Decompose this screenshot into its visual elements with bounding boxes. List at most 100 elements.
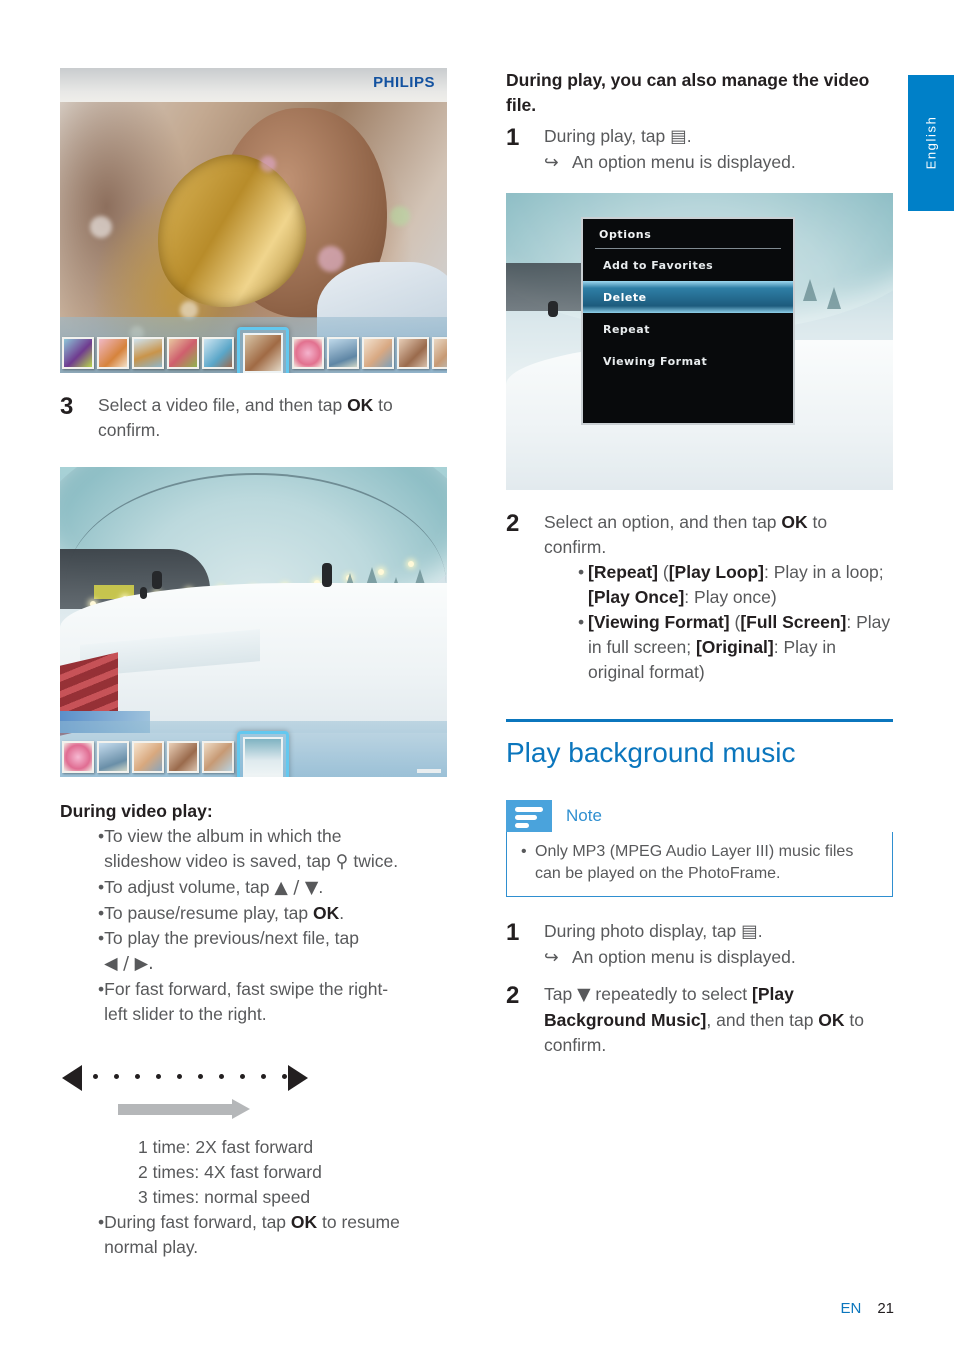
during-video-play-colon: : — [206, 801, 213, 821]
screenshot-photo-browser: PHILIPS — [60, 68, 447, 373]
thumbnail-strip[interactable] — [60, 317, 447, 373]
full-screen-token: [Full Screen] — [740, 612, 847, 632]
thumbnail-item[interactable] — [292, 337, 324, 369]
video-thumbnail-row — [62, 731, 289, 777]
step-3-number: 3 — [60, 393, 74, 420]
slider-dot — [93, 1074, 98, 1079]
bullet-adjust-volume: • To adjust volume, tap ▲ / ▼. — [60, 875, 447, 901]
bullet-adjust-volume-text: To adjust volume, tap ▲ / ▼. — [104, 875, 447, 901]
up-down-arrow-icons: ▲ / ▼ — [274, 878, 319, 898]
step-1-text: During play, tap ▤. ↪ An option menu is … — [544, 124, 893, 175]
step-bgm-1: 1 During photo display, tap ▤. ↪ An opti… — [506, 919, 893, 970]
step-2-text-pre: Select an option, and then tap — [544, 512, 782, 532]
step-1-result: ↪ An option menu is displayed. — [544, 150, 893, 175]
right-triangle-icon — [288, 1065, 308, 1091]
step-3-ok-label: OK — [347, 395, 374, 415]
section-rule — [506, 719, 893, 722]
video-indicator — [417, 769, 441, 773]
note-content: • Only MP3 (MPEG Audio Layer III) music … — [506, 832, 893, 897]
step-2-ok-label: OK — [781, 512, 808, 532]
thumbnail-item[interactable] — [62, 337, 94, 369]
bullet-volume-pre: To adjust volume, tap — [104, 877, 275, 897]
options-dialog-title: Options — [599, 228, 652, 241]
thumbnail-item[interactable] — [132, 741, 164, 773]
philips-logo: PHILIPS — [373, 74, 435, 91]
down-arrow-icon: ▼ — [577, 985, 591, 1005]
options-dialog: Options Add to Favorites Delete Repeat V… — [581, 217, 795, 425]
slider-dot — [240, 1074, 245, 1079]
thumbnail-item-selected[interactable] — [237, 327, 289, 373]
bullet-resume-normal-text: During fast forward, tap OK to resume no… — [104, 1210, 447, 1260]
bullet-pause-post: . — [339, 903, 345, 923]
bullet-view-album-line2-end: twice. — [348, 851, 399, 871]
thumbnail-item[interactable] — [202, 337, 234, 369]
slider-dot — [177, 1074, 182, 1079]
left-right-arrow-icons: ◀ / ▶. — [104, 954, 154, 974]
option-item-repeat[interactable]: Repeat — [583, 313, 793, 345]
step-1-text-pre: During play, tap — [544, 126, 671, 146]
slider-dot — [219, 1074, 224, 1079]
step-3-text: Select a video file, and then tap OK to … — [98, 393, 447, 443]
thumbnail-item[interactable] — [132, 337, 164, 369]
thumbnail-item[interactable] — [97, 741, 129, 773]
speed-line: 3 times: normal speed — [138, 1187, 311, 1207]
thumbnail-item-selected[interactable] — [237, 731, 289, 777]
bullet-pause-pre: To pause/resume play, tap — [104, 903, 313, 923]
bullet-dot: • — [98, 928, 105, 948]
menu-icon: ▤ — [741, 922, 758, 942]
during-video-play-heading: During video play: — [60, 799, 447, 824]
zoom-out-icon: ⚲ — [335, 852, 349, 872]
result-arrow-icon: ↪ — [544, 947, 559, 967]
video-thumbnail-strip[interactable] — [60, 721, 447, 777]
screenshot-video-playback — [60, 467, 447, 777]
thumbnail-item[interactable] — [167, 337, 199, 369]
bullet-ff-line1: For fast forward, fast swipe the right- — [104, 979, 389, 999]
original-token: [Original] — [695, 637, 774, 657]
note-box: Note • Only MP3 (MPEG Audio Layer III) m… — [506, 800, 893, 897]
bullet-volume-post: . — [318, 877, 324, 897]
bullet-dot: • — [98, 877, 105, 897]
note-header: Note — [506, 800, 893, 832]
thumbnail-item[interactable] — [327, 337, 359, 369]
option-item-delete[interactable]: Delete — [583, 281, 793, 313]
thumbnail-item[interactable] — [202, 741, 234, 773]
option-item-viewing-format[interactable]: Viewing Format — [583, 345, 793, 377]
bullet-view-album-text: To view the album in which the slideshow… — [104, 824, 447, 875]
fast-forward-speed-list: 1 time: 2X fast forward 2 times: 4X fast… — [60, 1135, 447, 1210]
step-1-result-text: An option menu is displayed. — [572, 152, 796, 172]
slider-dot — [156, 1074, 161, 1079]
slider-dot — [198, 1074, 203, 1079]
thumbnail-item[interactable] — [362, 337, 394, 369]
manage-video-intro: During play, you can also manage the vid… — [506, 70, 870, 115]
step-bgm-1-pre: During photo display, tap — [544, 921, 742, 941]
bullet-fast-forward: • For fast forward, fast swipe the right… — [60, 977, 447, 1027]
step-bgm-1-text: During photo display, tap ▤. ↪ An option… — [544, 919, 893, 970]
slider-dots — [93, 1074, 287, 1079]
during-video-play-label: During video play — [60, 801, 207, 821]
step-bgm-2-text: Tap ▼ repeatedly to select [Play Backgro… — [544, 982, 893, 1058]
bullet-dot: • — [98, 979, 105, 999]
step-2-number: 2 — [506, 510, 520, 537]
thumbnail-item[interactable] — [62, 741, 94, 773]
bullet-previous-next: • To play the previous/next file, tap ◀ … — [60, 926, 447, 977]
left-triangle-icon — [62, 1065, 82, 1091]
option-item-add-to-favorites[interactable]: Add to Favorites — [583, 249, 793, 281]
step-3-text-before: Select a video file, and then tap — [98, 395, 348, 415]
step-bgm-2-pre: Tap — [544, 984, 578, 1004]
bullet-dot: • — [98, 1212, 105, 1232]
speed-line: 1 time: 2X fast forward — [138, 1137, 314, 1157]
slider-dot — [135, 1074, 140, 1079]
step-bgm-2-ok-label: OK — [818, 1010, 845, 1030]
note-bullet-text: Only MP3 (MPEG Audio Layer III) music fi… — [535, 843, 854, 882]
thumbnail-item[interactable] — [167, 741, 199, 773]
thumbnail-item[interactable] — [397, 337, 429, 369]
play-once-desc: : Play once) — [684, 587, 777, 607]
step-bgm-2: 2 Tap ▼ repeatedly to select [Play Backg… — [506, 982, 893, 1058]
step-3: 3 Select a video file, and then tap OK t… — [60, 393, 447, 443]
thumbnail-item[interactable] — [97, 337, 129, 369]
thumbnail-item[interactable] — [432, 337, 447, 369]
bullet-dot: • — [578, 562, 585, 582]
language-tab-label: English — [923, 115, 939, 170]
bullet-view-album-line2: slideshow video is saved, tap — [104, 851, 336, 871]
bullet-pause-resume-text: To pause/resume play, tap OK. — [104, 901, 447, 926]
